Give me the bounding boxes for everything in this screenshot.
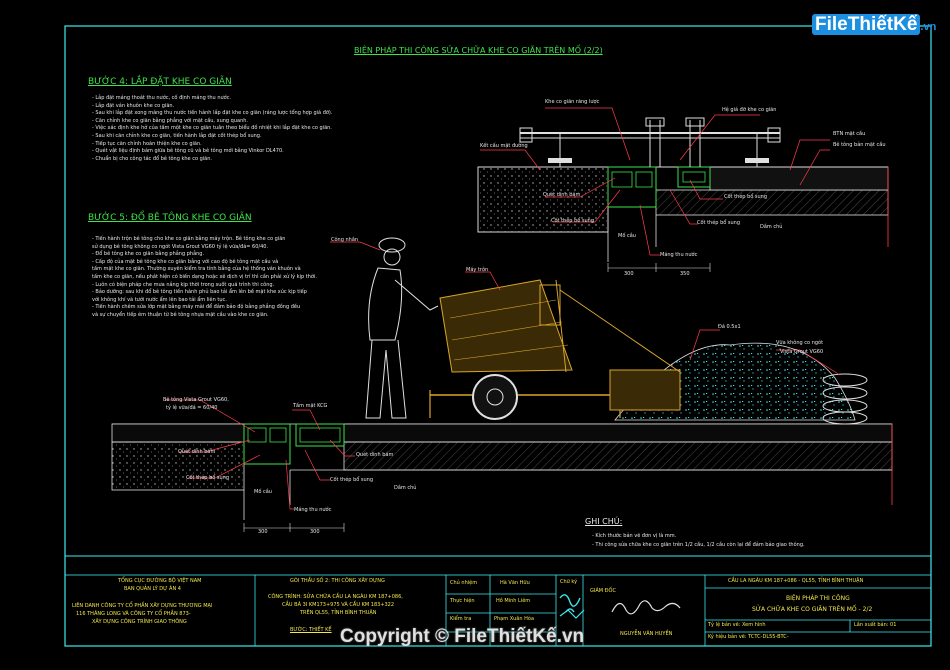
- label-drain-2: Máng thu nước: [294, 507, 332, 513]
- drawing-title-line: BIỆN PHÁP THI CÔNG: [786, 595, 850, 602]
- label-deck-structure: Kết cấu mặt đường: [480, 143, 528, 149]
- director-signature: [611, 600, 681, 615]
- label-ratio: tỷ lệ vữa/đá = 60/40: [166, 405, 218, 411]
- step5-note: - Bảo dưỡng: sau khi đổ bê tông tiến hàn…: [92, 289, 307, 296]
- label-steel-add-1: Cốt thép bổ sung: [551, 218, 595, 224]
- step5-note: - Tiến hành chêm sửa lớp mặt bằng máy mà…: [92, 304, 301, 311]
- role-label: Kiểm tra: [450, 616, 472, 622]
- label-drain-1: Máng thu nước: [660, 252, 698, 258]
- step5-note: - Đổ bê tông khe co giãn bằng phẳng phẳn…: [92, 251, 205, 258]
- drawing-code: Ký hiệu bản vẽ: TCTC-DL55-BTC-: [708, 634, 789, 640]
- role-name: Hà Văn Hữu: [500, 580, 530, 586]
- concrete-mixer-drawing: [429, 279, 681, 420]
- step4-note: - Lắp đặt máng thoát thu nước, cố định m…: [92, 95, 232, 101]
- signature-mark-1: [559, 594, 581, 613]
- label-anchor-1: Quét dính bám: [543, 192, 581, 198]
- role-label: Thực hiện: [450, 598, 475, 604]
- label-rebar-3: Cốt thép bổ sung: [330, 477, 374, 483]
- director-name: NGUYỄN VĂN HUYỀN: [620, 631, 673, 637]
- label-abutment-1: Mố cầu: [618, 233, 636, 239]
- label-girder-2: Dầm chủ: [394, 485, 417, 491]
- project-line: CẦU BÁ 3I KM173+975 VÀ CẦU KM 183+322: [282, 602, 395, 608]
- cad-drawing-sheet: FileThiếtKế .vn Copyright © FileThiếtKế.v…: [0, 0, 950, 670]
- contractor-line: 116 THĂNG LONG VÀ CÔNG TY CỔ PHẦN 873-: [76, 611, 191, 617]
- scale: Tỷ lệ bản vẽ: Xem hình: [708, 622, 766, 628]
- site-logo[interactable]: FileThiếtKế .vn: [812, 14, 936, 36]
- step5-note: tấm khe co giãn, nếu phát hiện có biến d…: [92, 273, 317, 280]
- step5-note: và sự chuyển tiếp êm thuận từ bê tông nh…: [92, 311, 269, 318]
- step5-title: BƯỚC 5: ĐỔ BÊ TÔNG KHE CO GIÃN: [88, 213, 252, 223]
- step5-note: tấm mặt khe co giãn. Thường xuyên kiểm t…: [92, 266, 301, 273]
- step4-note: - Việc xác định khe hở của tấm một khe c…: [92, 125, 332, 132]
- role-name: Hồ Minh Liêm: [496, 598, 531, 604]
- role-label: Chủ nhiệm: [450, 580, 478, 586]
- note-line: - Kích thước bản vẽ đơn vị là mm.: [592, 533, 677, 539]
- step4-note: - Quét vật liệu định bám giữa bê tông cũ…: [92, 148, 284, 155]
- label-gap-ctrl: Khe co giãn răng lược: [545, 99, 600, 105]
- contractor-line: XÂY DỰNG CÔNG TRÌNH GIAO THÔNG: [92, 619, 187, 625]
- label-anchor-2: Quét dính bám: [178, 449, 216, 455]
- label-worker: Công nhân: [331, 237, 359, 243]
- label-girder-1: Dầm chủ: [760, 224, 783, 230]
- label-anchor-3: Quét dính bám: [356, 452, 394, 458]
- step4-title: BƯỚC 4: LẮP ĐẶT KHE CO GIÃN: [88, 77, 232, 87]
- step5-notes: - Tiến hành trộn bê tông cho khe co giãn…: [92, 236, 317, 320]
- notes-title: GHI CHÚ:: [585, 517, 623, 526]
- project-line: CÔNG TRÌNH: SỬA CHỮA CẦU LA NGÀU KM 187+…: [268, 594, 403, 600]
- label-rebar-add-1b: Cốt thép bổ sung: [697, 220, 741, 226]
- bridge-name: CẦU LA NGÀU KM 187+086 - QL55, TỈNH BÌNH…: [728, 578, 864, 584]
- label-concrete-vg: Bê tông Vista Grout VG60,: [163, 397, 229, 403]
- label-formwork: Tấm mặt KCG: [293, 403, 328, 409]
- label-support: Hệ giá đỡ khe co giãn: [722, 107, 777, 113]
- signature-mark-2: [559, 609, 585, 619]
- main-title: BIỆN PHÁP THI CÔNG SỬA CHỮA KHE CO GIÃN …: [354, 46, 603, 55]
- project-line: TRÊN QL55, TỈNH BÌNH THUẬN: [300, 610, 377, 616]
- copyright-watermark: Copyright © FileThiếtKế.vn: [340, 626, 585, 647]
- dim-a: 300: [624, 271, 634, 277]
- org-line: BAN QUẢN LÝ DỰ ÁN 4: [124, 586, 181, 592]
- label-grout-name: Vista Grout VG60: [780, 349, 824, 355]
- label-rebar-2: Cốt thép bổ sung: [186, 475, 230, 481]
- label-grout-bags: Vữa không co ngót: [776, 340, 824, 346]
- drawing-title-line: SỬA CHỮA KHE CO GIÃN TRÊN MỐ - 2/2: [752, 606, 873, 613]
- signature-label: Chữ ký: [560, 579, 578, 585]
- role-name: Phạm Xuân Hòa: [494, 616, 535, 622]
- label-bitumen: BTN mặt cầu: [833, 131, 866, 137]
- dim-b: 350: [680, 271, 690, 277]
- worker-drawing: [365, 237, 439, 419]
- step4-section-detail: [477, 107, 889, 272]
- step4-note: - Sau khi căn chỉnh khe co giãn, tiến hà…: [92, 132, 262, 139]
- design-step: BƯỚC: THIẾT KẾ: [290, 627, 332, 633]
- step4-note: - Chuẩn bị cho công tác đổ bê tông khe c…: [92, 155, 212, 162]
- step5-note: - Tiến hành trộn bê tông cho khe co giãn…: [92, 236, 286, 242]
- sheet-edition: Lần xuất bản: 01: [854, 622, 897, 628]
- label-deck-concrete: Bê tông bản mặt cầu: [833, 142, 886, 148]
- contractor-line: LIÊN DANH CÔNG TY CỔ PHẦN XÂY DỰNG THƯƠN…: [72, 603, 213, 609]
- label-mixer: Máy trộn: [466, 267, 489, 273]
- dim-c: 300: [258, 529, 268, 535]
- label-rebar-add-1: Cốt thép bổ sung: [724, 194, 768, 200]
- label-abutment-2: Mố cầu: [254, 489, 272, 495]
- label-aggregate: Đá 0.5x1: [718, 324, 741, 330]
- step4-note: - Sau khi lắp đặt xong máng thu nước tiế…: [92, 110, 333, 117]
- step4-notes: - Lắp đặt máng thoát thu nước, cố định m…: [92, 95, 332, 163]
- dim-d: 300: [310, 529, 320, 535]
- package: GÓI THẦU SỐ 2: THI CÔNG XÂY DỰNG: [290, 578, 385, 584]
- note-line: - Thi công sửa chữa khe co giãn trên 1/2…: [592, 542, 805, 548]
- director-title: GIÁM ĐỐC: [590, 588, 616, 594]
- org-line: TỔNG CỤC ĐƯỜNG BỘ VIỆT NAM: [118, 578, 202, 584]
